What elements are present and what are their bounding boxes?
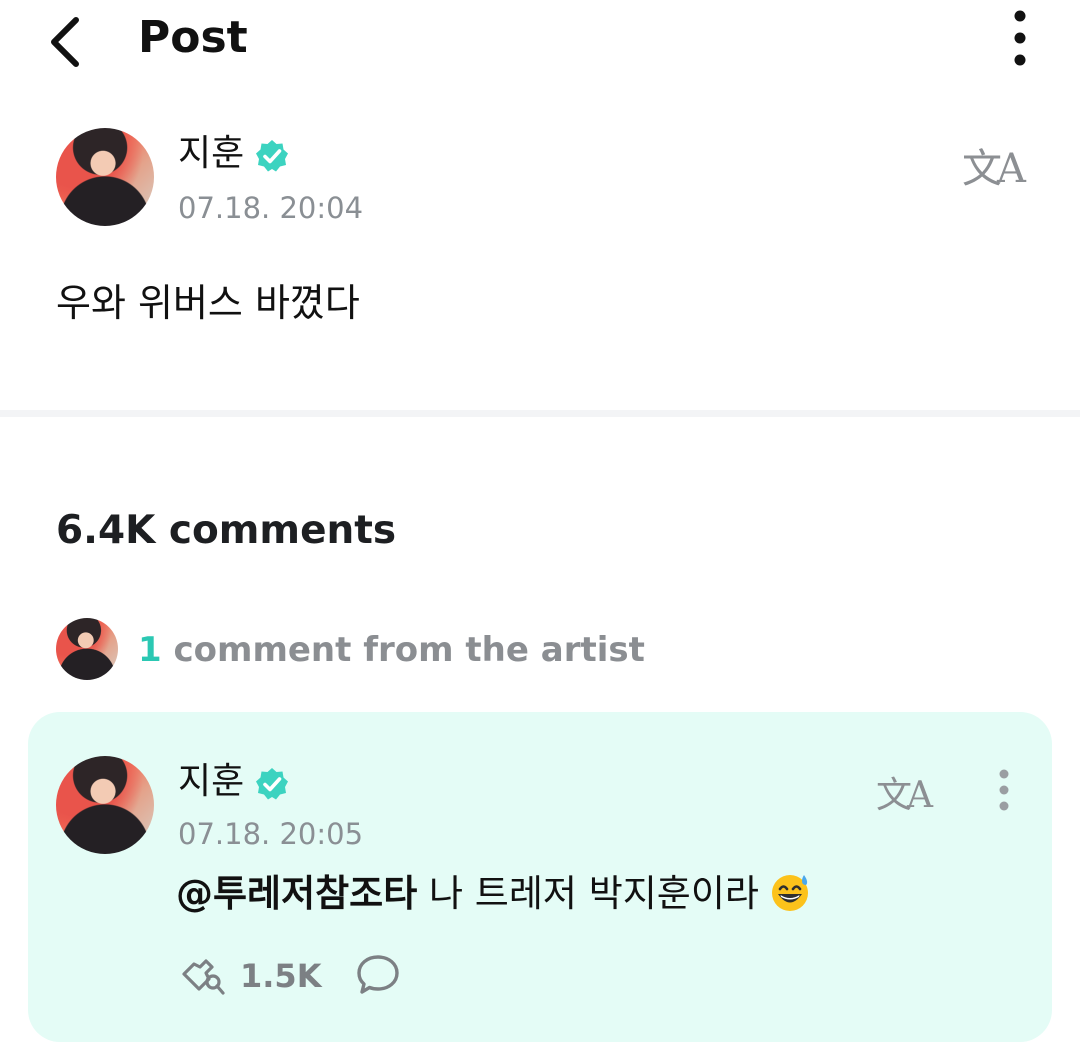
artist-comment-label: comment from the artist xyxy=(161,630,645,670)
comment-text: 나 트레저 박지훈이라 xyxy=(417,872,759,915)
comment-timestamp: 07.18. 20:05 xyxy=(178,817,364,851)
comment-body: @투레저참조타 나 트레저 박지훈이라 xyxy=(176,870,811,918)
artist-comment-count: 1 xyxy=(138,630,162,670)
author-avatar[interactable] xyxy=(56,128,154,226)
like-button[interactable] xyxy=(178,954,228,998)
verified-badge-icon xyxy=(256,140,288,172)
translate-button[interactable]: 文A xyxy=(962,136,1026,194)
comment-author-name[interactable]: 지훈 xyxy=(178,760,244,804)
more-vertical-icon xyxy=(999,769,1009,811)
post-content: 우와 위버스 바꼈다 xyxy=(56,281,360,325)
light-stick-icon xyxy=(182,959,225,995)
grinning-face-with-sweat-emoji xyxy=(771,875,808,911)
translate-icon: 文A xyxy=(962,146,1026,192)
reply-button[interactable] xyxy=(354,952,402,998)
more-vertical-icon xyxy=(1014,10,1026,66)
translate-icon: 文A xyxy=(876,775,933,816)
back-button[interactable] xyxy=(36,6,96,70)
chevron-left-icon xyxy=(51,17,79,67)
post-timestamp: 07.18. 20:04 xyxy=(178,191,364,225)
section-divider xyxy=(0,410,1080,417)
comment-author-avatar[interactable] xyxy=(56,756,154,854)
comment-translate-button[interactable]: 文A xyxy=(876,766,933,818)
comment-more-button[interactable] xyxy=(990,768,1018,816)
page-title: Post xyxy=(138,12,248,63)
artist-avatar-small xyxy=(56,618,118,680)
mention-link[interactable]: @투레저참조타 xyxy=(176,872,417,915)
more-options-button[interactable] xyxy=(996,8,1044,68)
like-count: 1.5K xyxy=(240,957,322,995)
comments-count: 6.4K comments xyxy=(56,508,397,553)
chat-bubble-icon xyxy=(357,955,399,994)
verified-badge-icon xyxy=(256,768,288,800)
author-name[interactable]: 지훈 xyxy=(178,132,244,176)
artist-comment-summary[interactable]: 1 comment from the artist xyxy=(138,628,645,672)
